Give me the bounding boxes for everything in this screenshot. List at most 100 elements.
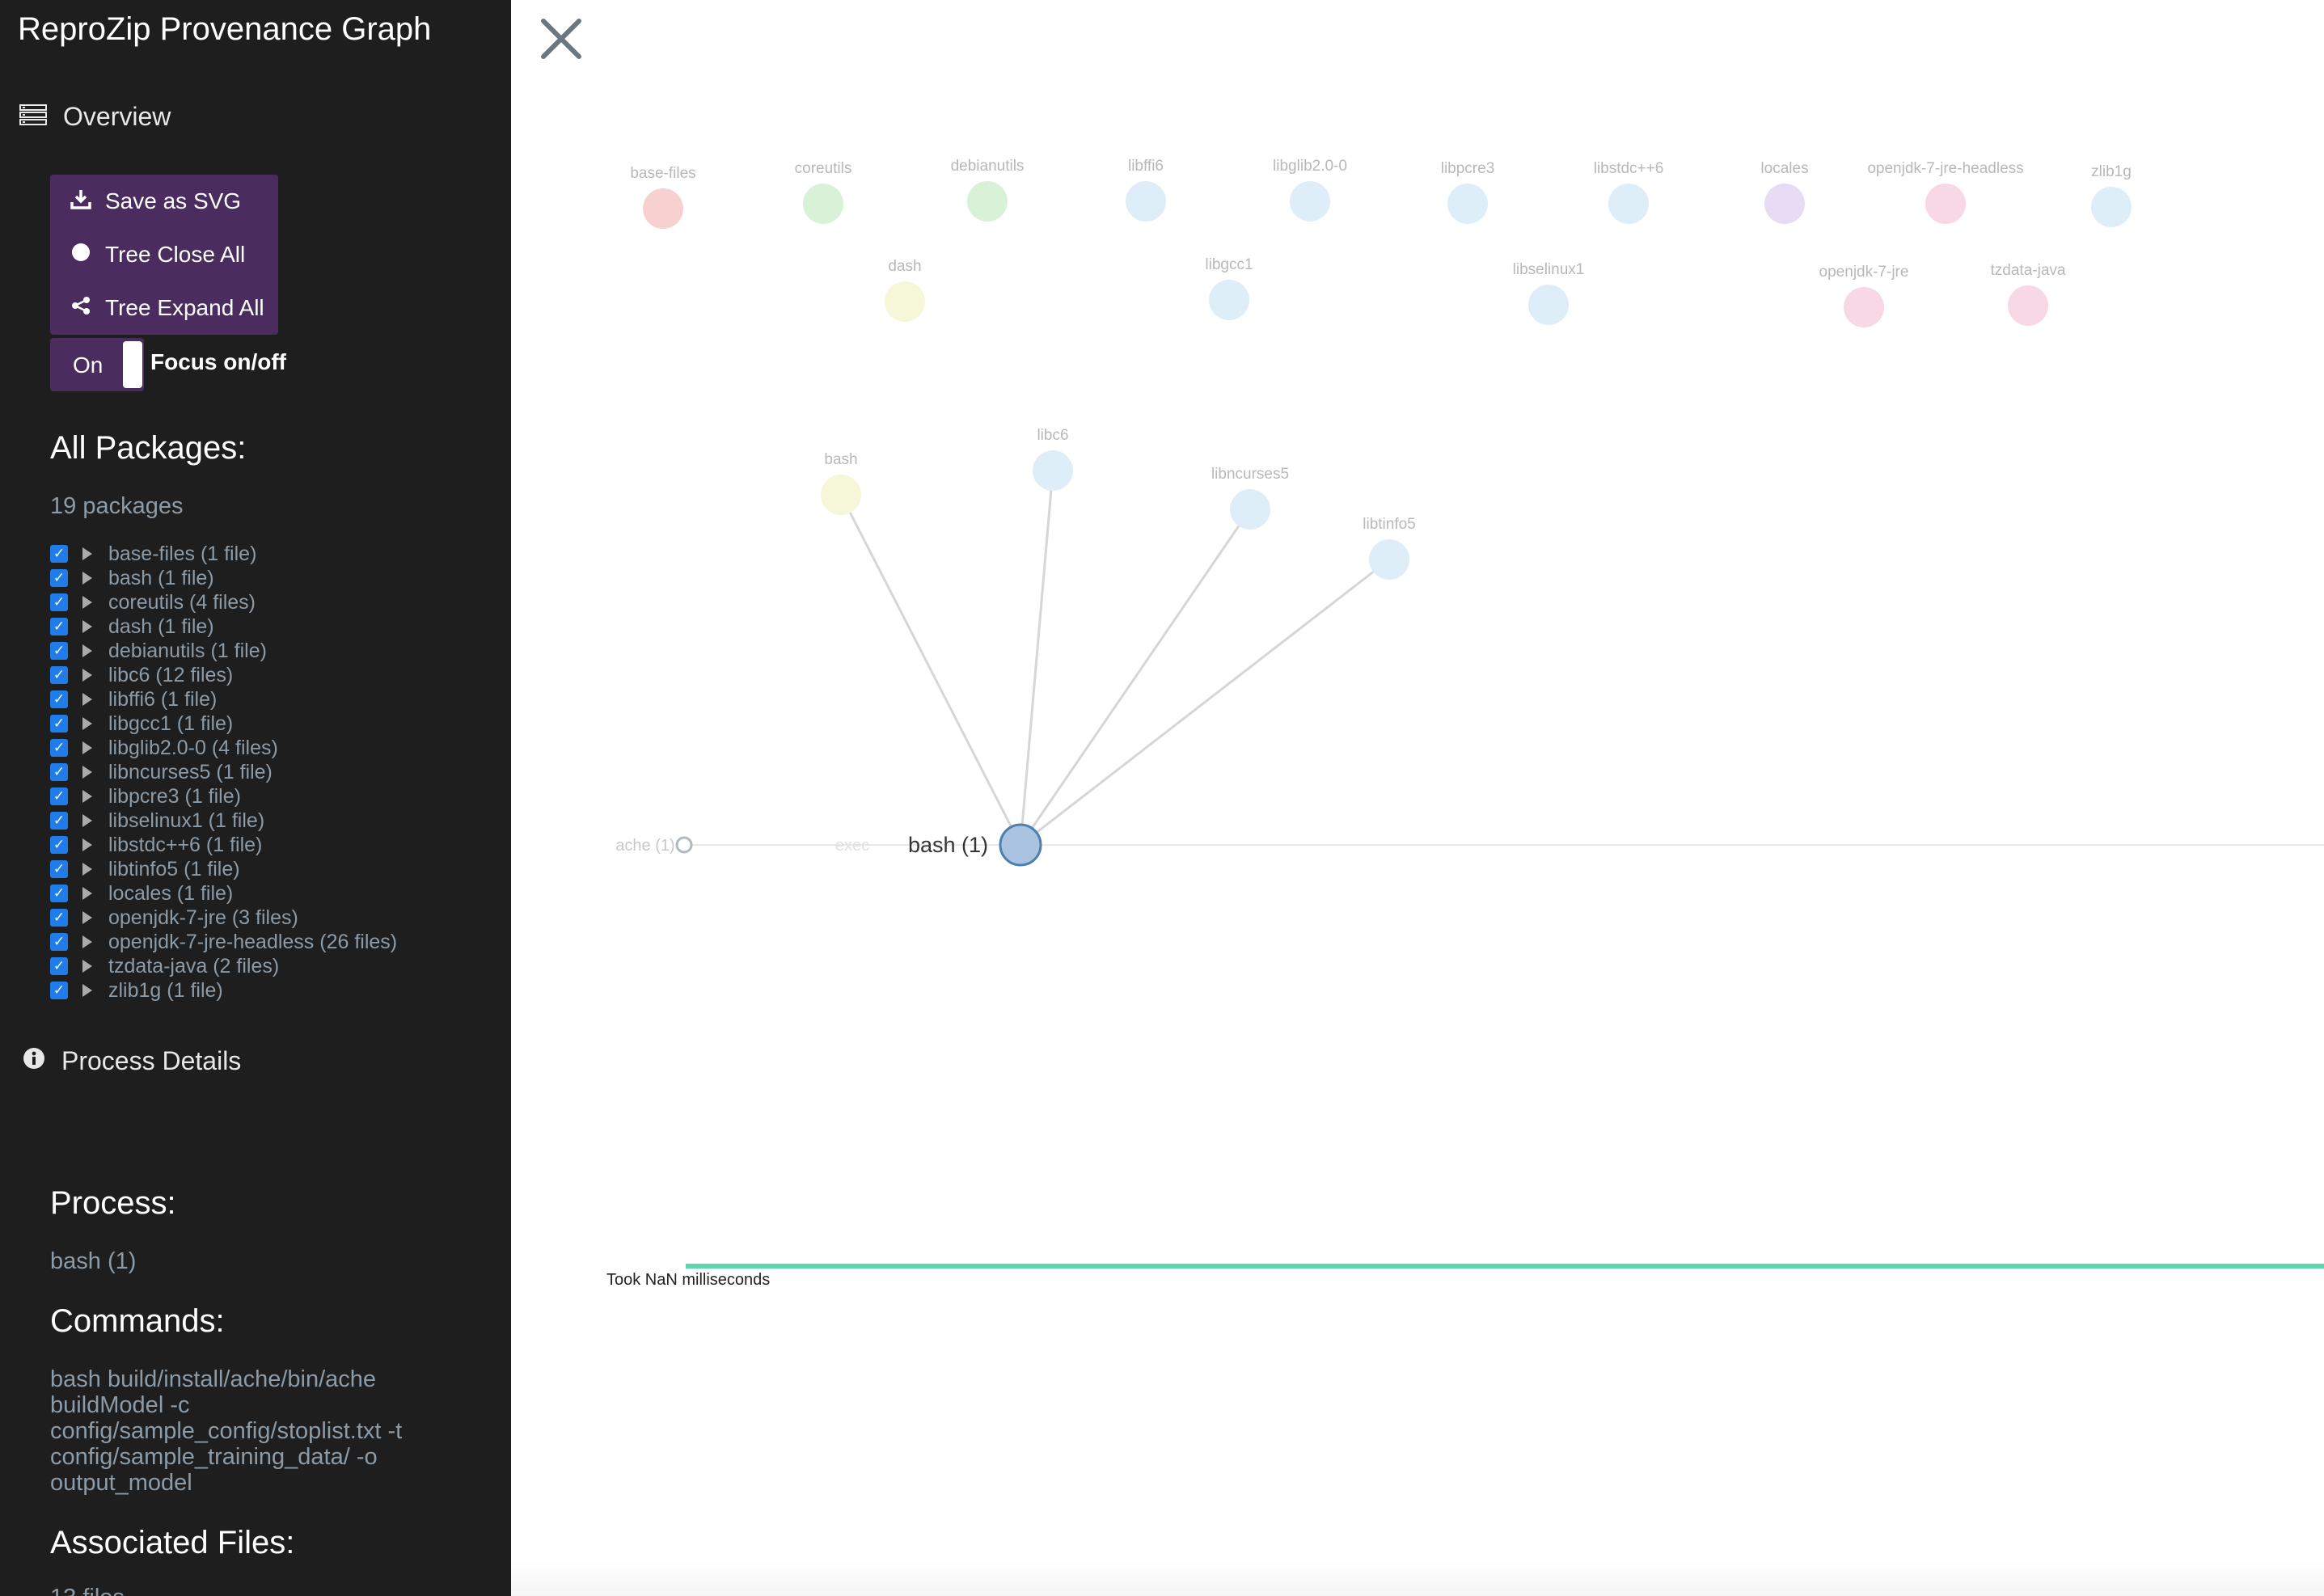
package-checkbox[interactable]: ✓ — [50, 763, 68, 781]
expand-arrow-icon[interactable] — [82, 863, 92, 876]
package-node[interactable] — [2091, 187, 2132, 227]
package-node[interactable] — [803, 184, 843, 224]
focus-toggle-knob[interactable] — [123, 341, 142, 388]
process-node[interactable] — [999, 823, 1042, 867]
package-node[interactable] — [1925, 184, 1966, 224]
package-list-item[interactable]: ✓ dash (1 file) — [50, 614, 503, 639]
tree-close-all-button[interactable]: Tree Close All — [50, 228, 278, 281]
provenance-graph[interactable]: base-files coreutils debianutils libffi6 lib… — [511, 0, 2324, 1596]
expand-arrow-icon[interactable] — [82, 572, 92, 585]
parent-process-node[interactable] — [675, 836, 693, 854]
package-list-item[interactable]: ✓ libncurses5 (1 file) — [50, 760, 503, 784]
package-checkbox[interactable]: ✓ — [50, 885, 68, 902]
package-list-item[interactable]: ✓ libpcre3 (1 file) — [50, 784, 503, 809]
expand-arrow-icon[interactable] — [82, 790, 92, 803]
package-node[interactable] — [1608, 184, 1649, 224]
package-checkbox[interactable]: ✓ — [50, 593, 68, 611]
expand-arrow-icon[interactable] — [82, 644, 92, 657]
package-label: libncurses5 (1 file) — [108, 760, 273, 783]
package-checkbox[interactable]: ✓ — [50, 642, 68, 660]
package-checkbox[interactable]: ✓ — [50, 909, 68, 927]
package-list-item[interactable]: ✓ base-files (1 file) — [50, 542, 503, 566]
expand-arrow-icon[interactable] — [82, 814, 92, 827]
package-node[interactable] — [2008, 285, 2048, 326]
package-node[interactable] — [1764, 184, 1805, 224]
expand-arrow-icon[interactable] — [82, 596, 92, 609]
expand-arrow-icon[interactable] — [82, 766, 92, 779]
process-details-section-header[interactable]: Process Details — [23, 1046, 241, 1076]
package-list-item[interactable]: ✓ libtinfo5 (1 file) — [50, 857, 503, 881]
package-list-item[interactable]: ✓ zlib1g (1 file) — [50, 978, 503, 1003]
package-checkbox[interactable]: ✓ — [50, 836, 68, 854]
package-checkbox[interactable]: ✓ — [50, 860, 68, 878]
package-list-item[interactable]: ✓ libffi6 (1 file) — [50, 687, 503, 711]
package-checkbox[interactable]: ✓ — [50, 933, 68, 951]
package-list-item[interactable]: ✓ libc6 (12 files) — [50, 663, 503, 687]
package-node[interactable] — [1033, 450, 1073, 491]
package-node-label: bash — [824, 451, 857, 468]
package-node[interactable] — [1230, 489, 1270, 530]
expand-arrow-icon[interactable] — [82, 693, 92, 706]
package-checkbox[interactable]: ✓ — [50, 739, 68, 757]
package-checkbox[interactable]: ✓ — [50, 545, 68, 563]
package-list-item[interactable]: ✓ libstdc++6 (1 file) — [50, 833, 503, 857]
expand-arrow-icon[interactable] — [82, 960, 92, 973]
packages-heading: All Packages: — [50, 430, 247, 466]
package-node[interactable] — [643, 188, 683, 229]
package-node[interactable] — [1209, 280, 1249, 320]
package-list-item[interactable]: ✓ tzdata-java (2 files) — [50, 954, 503, 978]
package-edge — [1019, 509, 1252, 846]
expand-arrow-icon[interactable] — [82, 838, 92, 851]
package-node-label: tzdata-java — [1991, 262, 2066, 279]
expand-arrow-icon[interactable] — [82, 887, 92, 900]
save-as-svg-button[interactable]: Save as SVG — [50, 175, 278, 228]
package-checkbox[interactable]: ✓ — [50, 812, 68, 830]
package-edge — [1019, 470, 1054, 846]
package-list-item[interactable]: ✓ openjdk-7-jre-headless (26 files) — [50, 930, 503, 954]
expand-arrow-icon[interactable] — [82, 984, 92, 997]
expand-arrow-icon[interactable] — [82, 620, 92, 633]
package-checkbox[interactable]: ✓ — [50, 787, 68, 805]
timing-text: Took NaN milliseconds — [606, 1271, 771, 1289]
parent-process-label: ache (1) — [615, 837, 674, 855]
package-node[interactable] — [885, 281, 925, 322]
package-checkbox[interactable]: ✓ — [50, 957, 68, 975]
package-list-item[interactable]: ✓ bash (1 file) — [50, 566, 503, 590]
expand-arrow-icon[interactable] — [82, 911, 92, 924]
package-checkbox[interactable]: ✓ — [50, 618, 68, 635]
overview-label: Overview — [63, 102, 171, 131]
overview-section-header[interactable]: Overview — [19, 102, 171, 132]
package-node-label: openjdk-7-jre — [1819, 264, 1909, 281]
tree-expand-all-button[interactable]: Tree Expand All — [50, 281, 278, 335]
package-checkbox[interactable]: ✓ — [50, 569, 68, 587]
bottom-fade — [511, 1560, 2324, 1596]
package-checkbox[interactable]: ✓ — [50, 982, 68, 999]
package-list-item[interactable]: ✓ libselinux1 (1 file) — [50, 809, 503, 833]
package-node[interactable] — [967, 181, 1008, 222]
expand-arrow-icon[interactable] — [82, 935, 92, 948]
expand-arrow-icon[interactable] — [82, 741, 92, 754]
package-node[interactable] — [1369, 539, 1409, 580]
package-checkbox[interactable]: ✓ — [50, 690, 68, 708]
package-node[interactable] — [1844, 287, 1884, 327]
package-label: libselinux1 (1 file) — [108, 809, 265, 832]
package-node[interactable] — [1126, 181, 1166, 222]
package-list-item[interactable]: ✓ coreutils (4 files) — [50, 590, 503, 614]
package-list-item[interactable]: ✓ locales (1 file) — [50, 881, 503, 906]
package-node[interactable] — [1447, 184, 1488, 224]
package-node[interactable] — [821, 475, 861, 515]
package-node[interactable] — [1290, 181, 1330, 222]
focus-toggle-label: Focus on/off — [150, 349, 286, 374]
package-checkbox[interactable]: ✓ — [50, 666, 68, 684]
package-list-item[interactable]: ✓ openjdk-7-jre (3 files) — [50, 906, 503, 930]
package-checkbox[interactable]: ✓ — [50, 715, 68, 733]
package-node[interactable] — [1528, 285, 1569, 325]
package-node-label: coreutils — [795, 160, 852, 177]
package-list-item[interactable]: ✓ debianutils (1 file) — [50, 639, 503, 663]
package-list-item[interactable]: ✓ libgcc1 (1 file) — [50, 711, 503, 736]
expand-arrow-icon[interactable] — [82, 669, 92, 682]
package-list-item[interactable]: ✓ libglib2.0-0 (4 files) — [50, 736, 503, 760]
expand-arrow-icon[interactable] — [82, 717, 92, 730]
expand-arrow-icon[interactable] — [82, 547, 92, 560]
focus-toggle[interactable]: On — [50, 338, 144, 391]
